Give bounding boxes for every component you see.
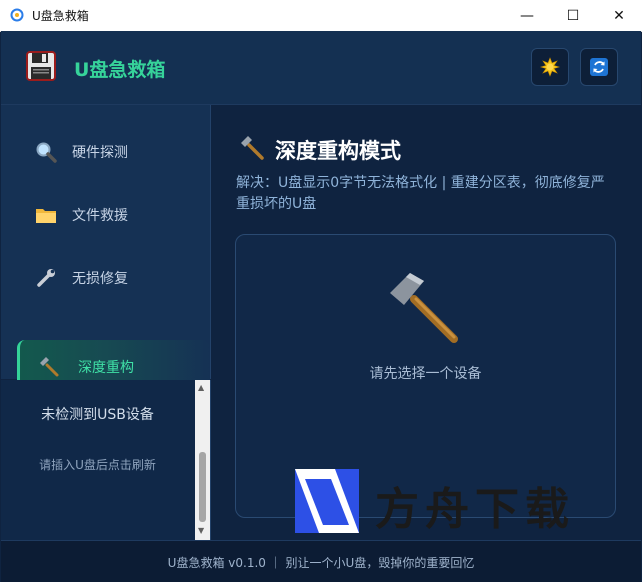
scroll-thumb[interactable]: [199, 452, 206, 522]
footer-text: U盘急救箱 v0.1.0 ｜ 别让一个小U盘，毁掉你的重要回忆: [167, 556, 475, 570]
sidebar-item-label: 文件救援: [72, 208, 128, 224]
hammer-icon: [40, 357, 59, 377]
sidebar-item-label: 无损修复: [72, 271, 128, 287]
theme-toggle-button[interactable]: [531, 48, 569, 86]
select-device-prompt: 请先选择一个设备: [369, 366, 482, 382]
scroll-down-icon[interactable]: ▼: [198, 526, 204, 535]
maximize-button[interactable]: ☐: [550, 0, 596, 31]
watermark-logo-icon: [295, 469, 359, 533]
app-header: U盘急救箱: [1, 31, 641, 105]
hammer-icon: [390, 273, 458, 343]
refresh-button[interactable]: [580, 48, 618, 86]
floppy-disk-icon: [26, 51, 56, 81]
device-panel: 未检测到USB设备 请插入U盘后点击刷新: [1, 380, 211, 540]
no-device-hint: 请插入U盘后点击刷新: [39, 458, 156, 472]
window-titlebar: U盘急救箱 — ☐ ✕: [0, 0, 642, 32]
sun-icon: [540, 57, 560, 77]
window-title: U盘急救箱: [32, 9, 89, 23]
app-logo-icon: [10, 8, 24, 22]
mode-title: 深度重构模式: [275, 139, 401, 163]
watermark-text: 方舟下载: [375, 484, 575, 535]
app-footer: U盘急救箱 v0.1.0 ｜ 别让一个小U盘，毁掉你的重要回忆: [1, 540, 641, 582]
sidebar-item-label: 深度重构: [78, 360, 134, 376]
mode-description: 解决：U盘显示0字节无法格式化 | 重建分区表，彻底修复严重损坏的U盘: [236, 175, 605, 212]
device-panel-scrollbar[interactable]: ▲ ▼: [195, 380, 210, 540]
scroll-up-icon[interactable]: ▲: [198, 383, 204, 392]
sidebar-item-file-rescue[interactable]: 文件救援: [17, 188, 207, 242]
refresh-icon: [590, 58, 608, 76]
magnifier-icon: [36, 142, 57, 163]
hammer-icon: [241, 136, 264, 160]
no-device-message: 未检测到USB设备: [41, 407, 154, 423]
minimize-button[interactable]: —: [504, 0, 550, 31]
sidebar: 硬件探测 文件救援 无损修复 深度重构: [1, 105, 211, 394]
sidebar-item-lossless-repair[interactable]: 无损修复: [17, 251, 207, 305]
sidebar-item-label: 硬件探测: [72, 145, 128, 161]
folder-icon: [36, 209, 56, 223]
sidebar-item-hardware-detect[interactable]: 硬件探测: [17, 125, 207, 179]
close-button[interactable]: ✕: [596, 0, 642, 31]
wrench-icon: [37, 269, 55, 287]
app-name: U盘急救箱: [74, 59, 166, 81]
watermark: 方舟下载: [295, 467, 600, 539]
